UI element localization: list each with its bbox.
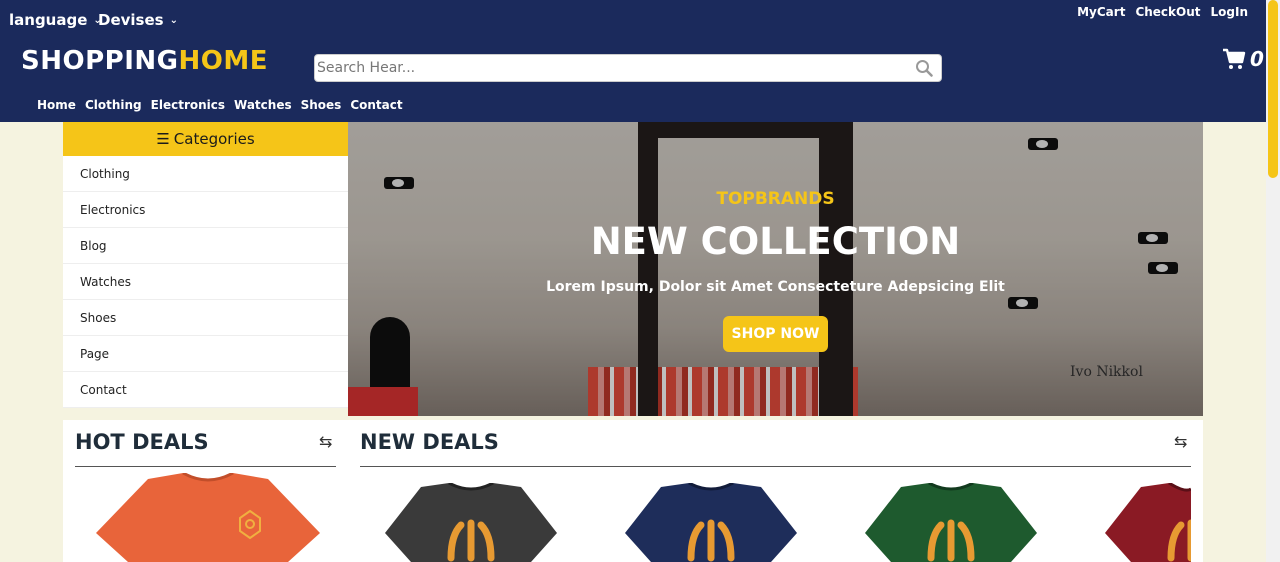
categories-list: Clothing Electronics Blog Watches Shoes …	[63, 156, 348, 408]
language-label: language	[9, 11, 88, 29]
hero-title: NEW COLLECTION	[590, 220, 961, 263]
deals-section: HOT DEALS ⇆ NEW DEALS ⇆	[63, 420, 1203, 562]
category-item-blog[interactable]: Blog	[63, 228, 348, 264]
hero-subtitle: Lorem Ipsum, Dolor sit Amet Consecteture…	[546, 279, 1005, 295]
green-tshirt-icon[interactable]	[861, 483, 1041, 562]
page-scrollbar[interactable]	[1266, 0, 1280, 562]
categories-title: Categories	[173, 130, 255, 148]
mycart-link[interactable]: MyCart	[1077, 5, 1125, 19]
top-links: MyCart CheckOut LogIn	[1077, 5, 1248, 19]
devises-dropdown[interactable]: Devises ⌄	[98, 11, 178, 29]
main-nav: Home Clothing Electronics Watches Shoes …	[37, 98, 403, 112]
search-icon[interactable]	[915, 59, 933, 77]
menu-icon: ☰	[156, 130, 170, 148]
hero-banner: Ivo Nikkol TOPBRANDS NEW COLLECTION Lore…	[348, 122, 1203, 416]
category-item-contact[interactable]: Contact	[63, 372, 348, 408]
category-item-page[interactable]: Page	[63, 336, 348, 372]
devises-label: Devises	[98, 11, 164, 29]
search-input[interactable]	[317, 57, 907, 79]
cart-icon	[1223, 48, 1246, 69]
nav-contact[interactable]: Contact	[350, 98, 402, 112]
nav-home[interactable]: Home	[37, 98, 76, 112]
new-deals-title: NEW DEALS	[360, 430, 499, 454]
category-item-clothing[interactable]: Clothing	[63, 156, 348, 192]
nav-clothing[interactable]: Clothing	[85, 98, 142, 112]
hero-overlay	[348, 122, 1203, 416]
black-tshirt-icon[interactable]	[381, 483, 561, 562]
hot-deals-divider	[75, 466, 336, 467]
shop-now-button[interactable]: SHOP NOW	[723, 316, 828, 352]
category-item-shoes[interactable]: Shoes	[63, 300, 348, 336]
categories-header[interactable]: ☰ Categories	[63, 122, 348, 156]
new-deals-swap-icon[interactable]: ⇆	[1174, 432, 1187, 451]
categories-panel: ☰ Categories Clothing Electronics Blog W…	[63, 122, 348, 408]
logo-text-home: HOME	[178, 46, 268, 76]
cart-count: 0	[1250, 47, 1264, 71]
maroon-tshirt-icon[interactable]	[1101, 483, 1191, 562]
nav-shoes[interactable]: Shoes	[301, 98, 342, 112]
checkout-link[interactable]: CheckOut	[1135, 5, 1200, 19]
nav-electronics[interactable]: Electronics	[151, 98, 225, 112]
logo-text-shopping: SHOPPING	[21, 46, 179, 76]
new-deals-divider	[360, 466, 1191, 467]
site-header: language ⌄ Devises ⌄ MyCart CheckOut Log…	[0, 0, 1266, 122]
category-item-watches[interactable]: Watches	[63, 264, 348, 300]
scrollbar-thumb[interactable]	[1268, 0, 1278, 178]
search-bar	[314, 54, 942, 82]
site-logo[interactable]: SHOPPINGHOME	[21, 46, 268, 76]
hero-kicker: TOPBRANDS	[716, 189, 835, 209]
orange-tshirt-icon[interactable]	[88, 473, 328, 562]
language-dropdown[interactable]: language ⌄	[9, 11, 102, 29]
hot-deals-title: HOT DEALS	[75, 430, 209, 454]
hot-deals-swap-icon[interactable]: ⇆	[319, 432, 332, 451]
nav-watches[interactable]: Watches	[234, 98, 292, 112]
navy-tshirt-icon[interactable]	[621, 483, 801, 562]
chevron-down-icon: ⌄	[169, 14, 178, 26]
login-link[interactable]: LogIn	[1211, 5, 1249, 19]
category-item-electronics[interactable]: Electronics	[63, 192, 348, 228]
cart-widget[interactable]: 0	[1222, 47, 1264, 71]
